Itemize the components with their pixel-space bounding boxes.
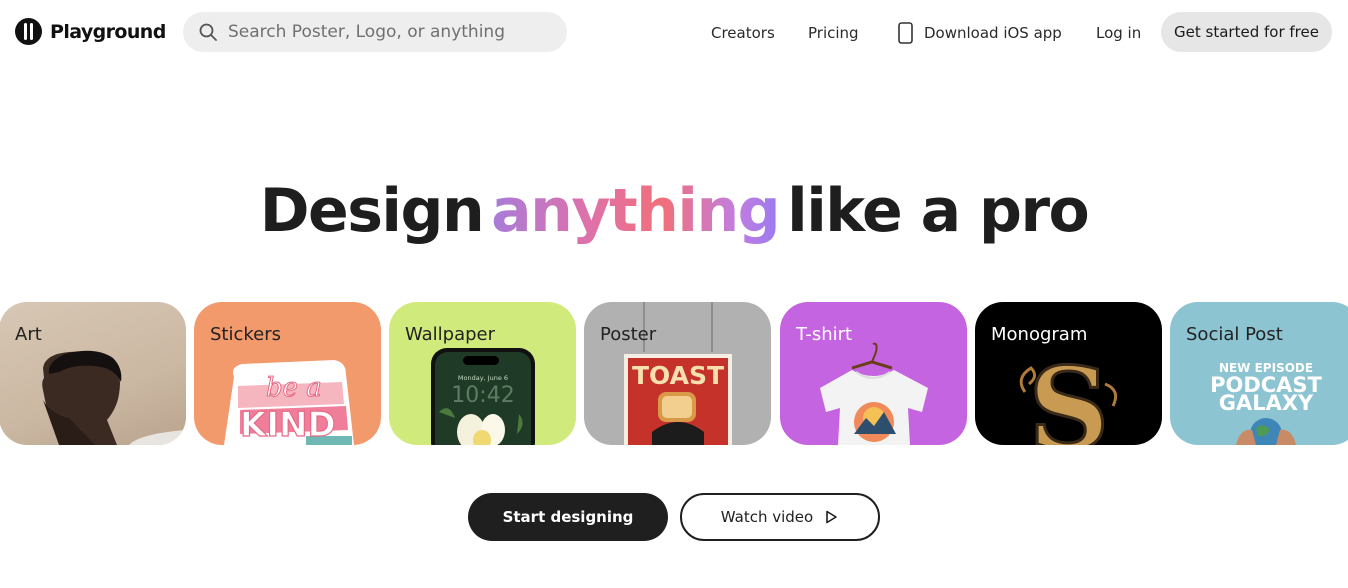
category-card-social-post[interactable]: NEW EPISODE PODCAST GALAXY Social Post [1170, 302, 1348, 445]
brand-logo[interactable]: Playground [15, 18, 166, 45]
hero-title-highlight: anything [491, 176, 780, 246]
sticker-text-small: be a [266, 373, 322, 403]
nav-download-ios-label: Download iOS app [924, 24, 1062, 42]
nav-download-ios-link[interactable]: Download iOS app [897, 22, 1062, 44]
category-card-poster[interactable]: TOAST Poster [584, 302, 771, 445]
nav-login-link[interactable]: Log in [1096, 22, 1141, 44]
wallpaper-time-text: 10:42 [451, 383, 514, 408]
category-carousel: Art be a KIND Stickers Monday, June 6 10… [0, 302, 1348, 445]
play-icon [826, 510, 838, 524]
nav-pricing-link[interactable]: Pricing [808, 22, 859, 44]
wallpaper-date-text: Monday, June 6 [458, 374, 508, 382]
category-label-social-post: Social Post [1186, 324, 1283, 345]
search-bar[interactable] [183, 12, 567, 52]
category-label-tshirt: T-shirt [796, 324, 853, 345]
hero-title-suffix: like a pro [787, 176, 1090, 246]
category-label-art: Art [15, 324, 42, 345]
category-card-art[interactable]: Art [0, 302, 186, 445]
nav-creators-link[interactable]: Creators [711, 22, 775, 44]
category-card-stickers[interactable]: be a KIND Stickers [194, 302, 381, 445]
search-input[interactable] [228, 22, 558, 42]
watch-video-button[interactable]: Watch video [680, 493, 880, 541]
playground-logo-icon [15, 18, 42, 45]
phone-icon [898, 22, 913, 44]
get-started-button[interactable]: Get started for free [1161, 12, 1332, 52]
category-label-monogram: Monogram [991, 324, 1088, 345]
category-card-tshirt[interactable]: T-shirt [780, 302, 967, 445]
search-icon [199, 23, 217, 41]
brand-name: Playground [50, 20, 166, 43]
category-label-stickers: Stickers [210, 324, 282, 345]
category-label-poster: Poster [600, 324, 657, 345]
start-designing-button[interactable]: Start designing [468, 493, 668, 541]
hero-title-prefix: Design [259, 176, 485, 246]
sticker-text-large: KIND [240, 405, 336, 445]
top-nav-bar: Playground Creators Pricing Download iOS… [0, 0, 1348, 66]
category-card-monogram[interactable]: S Monogram [975, 302, 1162, 445]
category-card-wallpaper[interactable]: Monday, June 6 10:42 Wallpaper [389, 302, 576, 445]
poster-title-text: TOAST [632, 361, 724, 390]
social-title-line2: GALAXY [1219, 391, 1314, 415]
watch-video-label: Watch video [720, 508, 814, 526]
monogram-letter: S [1029, 344, 1110, 445]
category-label-wallpaper: Wallpaper [405, 324, 496, 345]
hero-title: Design anything like a pro [0, 176, 1348, 246]
